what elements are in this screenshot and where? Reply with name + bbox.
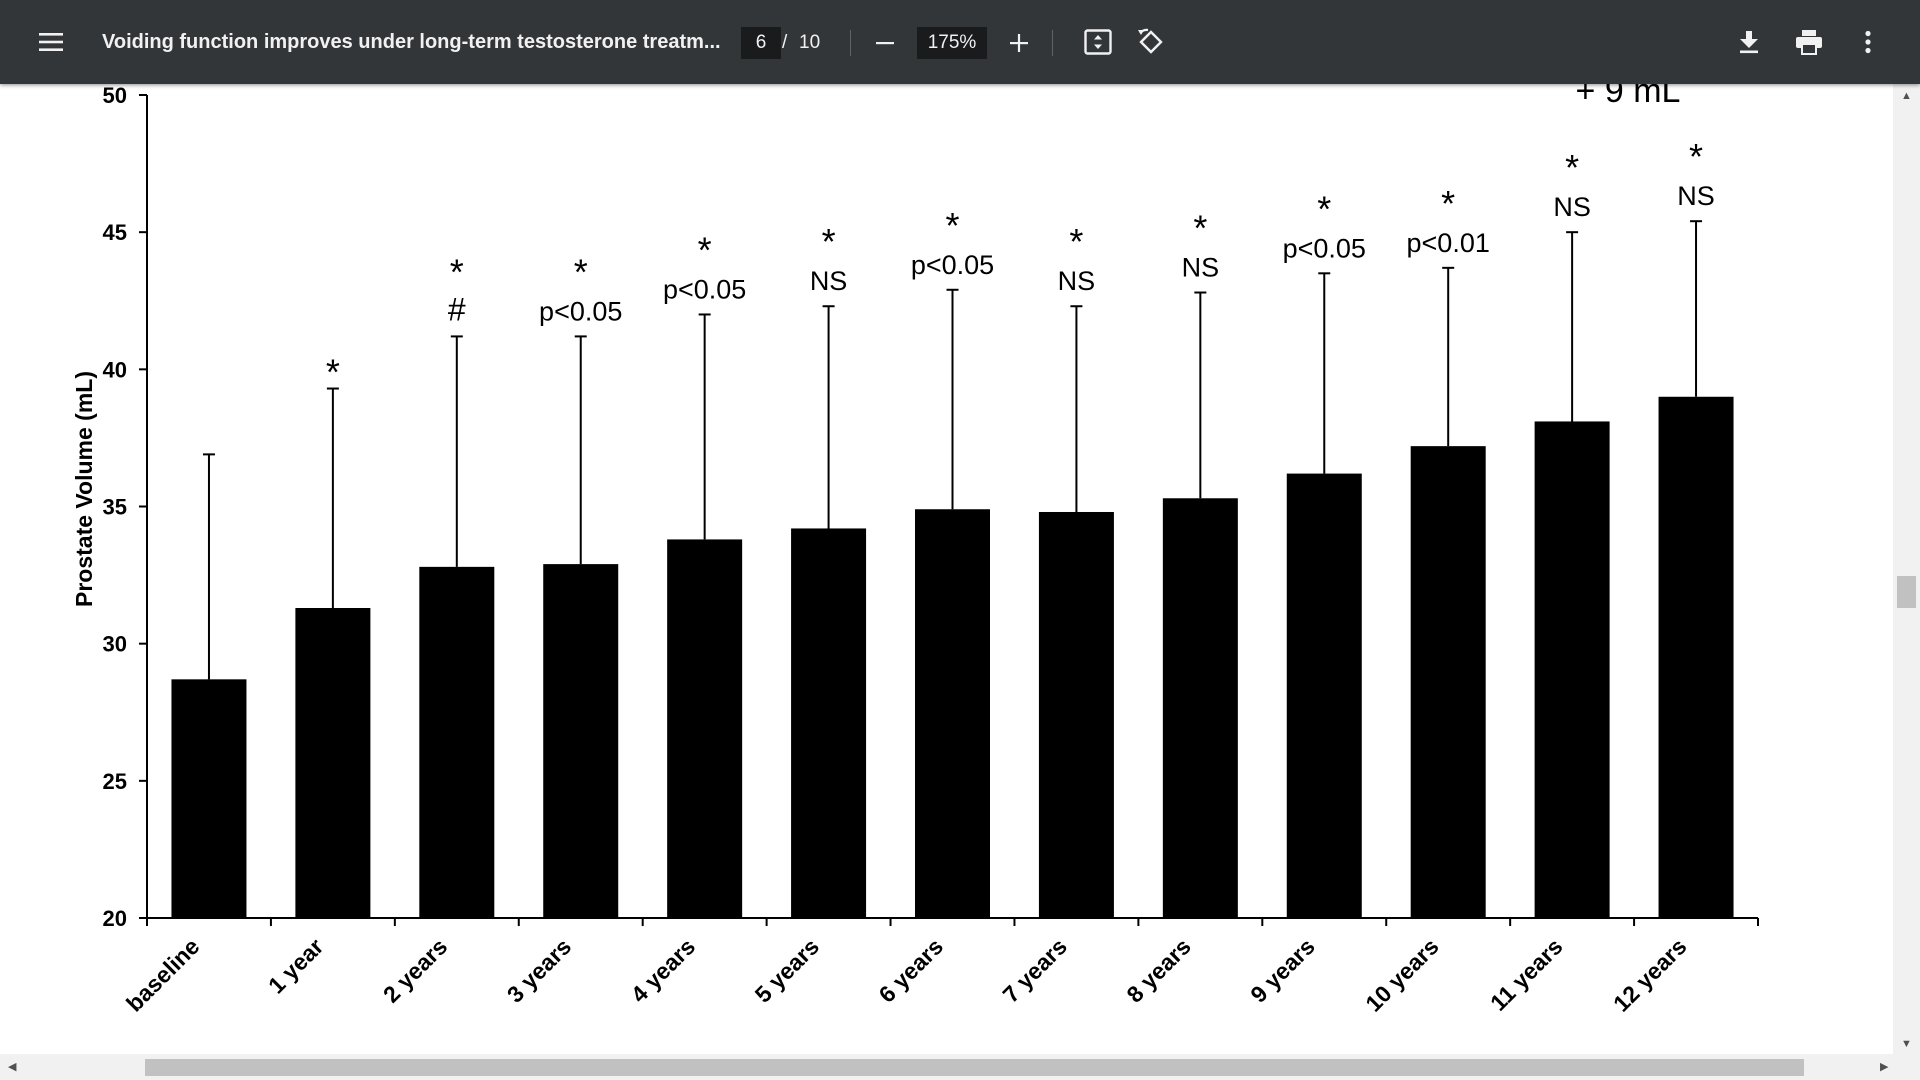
significance-annotation: p<0.05 — [539, 296, 622, 326]
significance-annotation: NS — [1677, 181, 1715, 211]
significance-star: * — [450, 251, 464, 292]
fit-to-page-icon — [1084, 29, 1112, 55]
x-tick-label: 9 years — [1245, 933, 1319, 1007]
y-tick-label: 45 — [103, 220, 127, 245]
bar — [667, 539, 743, 918]
x-tick-label: 6 years — [874, 933, 948, 1007]
significance-star: * — [574, 251, 588, 292]
scroll-up-arrow-icon[interactable]: ▲ — [1901, 90, 1912, 102]
x-tick-label: 8 years — [1121, 933, 1195, 1007]
download-icon — [1740, 31, 1758, 54]
x-tick-label: 3 years — [502, 933, 576, 1007]
vertical-scroll-thumb[interactable] — [1897, 576, 1916, 608]
total-increase-annotation: + 9 mL — [1576, 84, 1681, 110]
x-tick-label: 7 years — [997, 933, 1071, 1007]
bar — [1534, 421, 1610, 918]
rotate-icon — [1138, 28, 1163, 54]
x-tick-label: 2 years — [378, 933, 452, 1007]
toolbar-divider — [850, 30, 851, 56]
page-separator: / — [782, 32, 788, 53]
significance-star: * — [1317, 188, 1331, 229]
x-tick-label: baseline — [121, 933, 204, 1016]
scroll-down-arrow-icon[interactable]: ▼ — [1901, 1038, 1912, 1050]
significance-annotation: NS — [1182, 253, 1220, 283]
significance-annotation: # — [448, 291, 466, 327]
significance-annotation: NS — [1553, 192, 1591, 222]
bar — [915, 509, 990, 918]
vertical-scrollbar[interactable]: ▲ ▼ — [1893, 84, 1920, 1054]
y-tick-label: 35 — [103, 495, 127, 520]
x-tick-label: 10 years — [1360, 933, 1444, 1017]
toolbar-divider — [1052, 30, 1053, 56]
horizontal-scroll-thumb[interactable] — [145, 1059, 1804, 1076]
bar — [1162, 498, 1238, 918]
y-axis-title: Prostate Volume (mL) — [71, 371, 97, 607]
plus-icon — [1010, 34, 1028, 52]
fit-to-page-button[interactable] — [1082, 26, 1114, 58]
significance-star: * — [698, 229, 712, 270]
significance-annotation: NS — [1058, 266, 1096, 296]
bar — [419, 566, 495, 918]
print-button[interactable] — [1792, 26, 1826, 58]
significance-star: * — [326, 352, 340, 393]
significance-annotation: p<0.05 — [663, 274, 746, 304]
significance-star: * — [945, 205, 959, 246]
zoom-in-button[interactable] — [1003, 27, 1035, 59]
significance-star: * — [1689, 136, 1703, 177]
prostate-volume-chart: 20 25 30 35 40 45 50 Prostate Volume (mL) baseli… — [71, 84, 1759, 1017]
y-tick-label: 20 — [103, 906, 127, 931]
significance-star: * — [1565, 147, 1579, 188]
bar — [791, 528, 867, 918]
scroll-left-arrow-icon[interactable]: ◀ — [8, 1061, 16, 1073]
bar — [1286, 473, 1362, 918]
document-viewer: 20 25 30 35 40 45 50 Prostate Volume (mL) baseli… — [0, 84, 1920, 1080]
x-tick-label: 4 years — [626, 933, 700, 1007]
y-tick-label: 50 — [103, 84, 127, 108]
significance-annotation: p<0.05 — [1283, 233, 1366, 263]
x-tick-label: 5 years — [750, 933, 824, 1007]
bar — [543, 564, 619, 918]
minus-icon — [876, 42, 894, 45]
page-number-input[interactable]: 6 — [741, 27, 781, 59]
significance-star: * — [1441, 183, 1455, 224]
pdf-toolbar: Voiding function improves under long-ter… — [0, 0, 1920, 84]
zoom-out-button[interactable] — [869, 27, 901, 59]
bar — [1410, 446, 1486, 918]
y-tick-label: 30 — [103, 632, 127, 657]
y-tick-label: 40 — [103, 357, 127, 382]
rotate-button[interactable] — [1135, 26, 1167, 58]
bar — [295, 608, 371, 918]
print-icon — [1796, 30, 1822, 55]
horizontal-scrollbar[interactable]: ◀ ▶ — [0, 1054, 1920, 1080]
bar — [1658, 396, 1734, 918]
page-total: 10 — [799, 32, 821, 53]
download-button[interactable] — [1733, 26, 1765, 58]
significance-annotation: NS — [810, 266, 848, 296]
significance-annotation: p<0.05 — [911, 250, 994, 280]
y-tick-label: 25 — [103, 769, 127, 794]
zoom-level-input[interactable]: 175% — [917, 27, 987, 59]
bar — [171, 679, 247, 918]
x-tick-label: 12 years — [1608, 933, 1692, 1017]
hamburger-menu-icon[interactable] — [36, 27, 66, 57]
document-title: Voiding function improves under long-ter… — [102, 31, 721, 53]
significance-annotation: p<0.01 — [1407, 228, 1490, 258]
significance-star: * — [1193, 208, 1207, 249]
significance-star: * — [822, 221, 836, 262]
more-actions-button[interactable] — [1852, 26, 1884, 58]
x-tick-label: 1 year — [263, 933, 328, 998]
significance-star: * — [1069, 221, 1083, 262]
scroll-right-arrow-icon[interactable]: ▶ — [1880, 1061, 1888, 1073]
bar — [1038, 511, 1114, 918]
x-tick-label: 11 years — [1485, 933, 1568, 1016]
more-vert-icon — [1865, 30, 1871, 54]
